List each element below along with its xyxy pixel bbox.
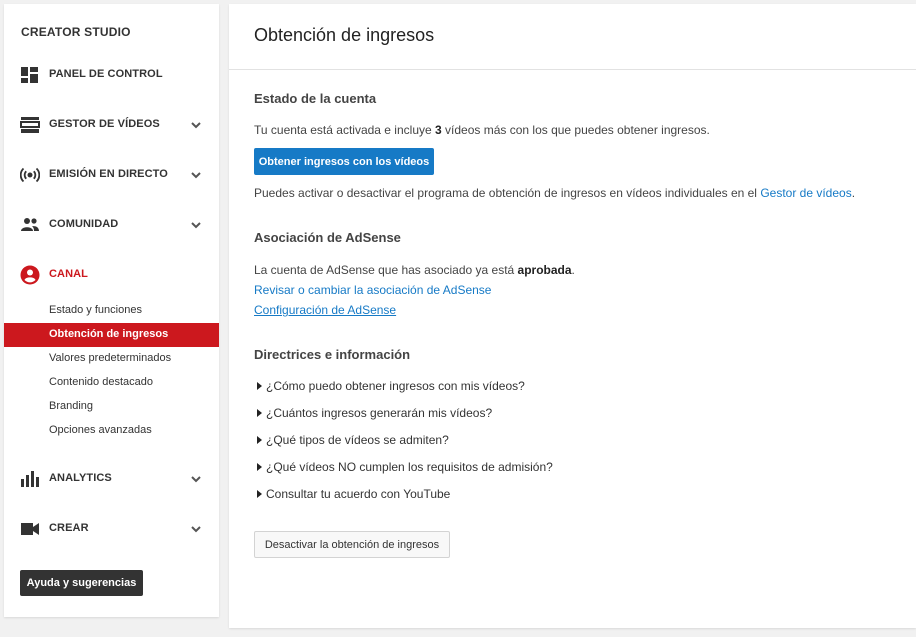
- community-icon: [21, 218, 39, 231]
- adsense-status: aprobada: [517, 263, 572, 277]
- adsense-status-text: La cuenta de AdSense que has asociado ya…: [254, 263, 575, 277]
- subnav-featured-content[interactable]: Contenido destacado: [4, 371, 219, 395]
- nav-label-community: COMUNIDAD: [49, 218, 119, 230]
- nav-item-dashboard[interactable]: PANEL DE CONTROL: [4, 60, 219, 90]
- subnav-label: Opciones avanzadas: [49, 424, 152, 436]
- expand-triangle-icon: [257, 382, 262, 390]
- faq-item[interactable]: Consultar tu acuerdo con YouTube: [254, 487, 450, 501]
- nav-item-community[interactable]: COMUNIDAD: [4, 210, 219, 240]
- chevron-down-icon: [191, 222, 201, 229]
- nav-item-video-manager[interactable]: GESTOR DE VÍDEOS: [4, 110, 219, 140]
- review-adsense-link[interactable]: Revisar o cambiar la asociación de AdSen…: [254, 283, 491, 297]
- nav-item-analytics[interactable]: ANALYTICS: [4, 464, 219, 494]
- account-status-text-before: Tu cuenta está activada e incluye: [254, 123, 435, 137]
- faq-item[interactable]: ¿Qué tipos de vídeos se admiten?: [254, 433, 449, 447]
- create-icon: [21, 523, 39, 535]
- faq-label: Consultar tu acuerdo con YouTube: [266, 487, 451, 501]
- faq-label: ¿Cómo puedo obtener ingresos con mis víd…: [266, 379, 525, 393]
- chevron-down-icon: [191, 172, 201, 179]
- faq-label: ¿Cuántos ingresos generarán mis vídeos?: [266, 406, 493, 420]
- subnav-label: Valores predeterminados: [49, 352, 172, 364]
- video-manager-link[interactable]: Gestor de vídeos: [760, 186, 851, 200]
- account-status-text: Tu cuenta está activada e incluye 3 víde…: [254, 123, 710, 137]
- nav-label-analytics: ANALYTICS: [49, 472, 112, 484]
- subnav-branding[interactable]: Branding: [4, 395, 219, 419]
- account-status-heading: Estado de la cuenta: [254, 91, 377, 106]
- guidelines-heading: Directrices e información: [254, 347, 411, 362]
- chevron-down-icon: [191, 476, 201, 483]
- account-status-note: Puedes activar o desactivar el programa …: [254, 186, 855, 200]
- faq-item[interactable]: ¿Cuántos ingresos generarán mis vídeos?: [254, 406, 492, 420]
- expand-triangle-icon: [257, 436, 262, 444]
- header-divider: [229, 69, 916, 70]
- channel-icon: [20, 265, 40, 285]
- monetize-videos-button[interactable]: Obtener ingresos con los vídeos: [254, 148, 434, 175]
- nav-item-live[interactable]: EMISIÓN EN DIRECTO: [4, 160, 219, 190]
- help-feedback-button[interactable]: Ayuda y sugerencias: [20, 570, 143, 596]
- subnav-label: Estado y funciones: [49, 304, 142, 316]
- account-status-text-after: vídeos más con los que puedes obtener in…: [441, 123, 710, 137]
- page-title: Obtención de ingresos: [254, 25, 435, 45]
- analytics-icon: [21, 471, 39, 487]
- chevron-down-icon: [191, 526, 201, 533]
- subnav-advanced[interactable]: Opciones avanzadas: [4, 419, 219, 443]
- nav-label-video-manager: GESTOR DE VÍDEOS: [49, 118, 160, 130]
- subnav-defaults[interactable]: Valores predeterminados: [4, 347, 219, 371]
- chevron-down-icon: [191, 122, 201, 129]
- nav-label-channel: CANAL: [49, 268, 88, 280]
- eligible-video-count: 3: [435, 123, 442, 137]
- creator-studio-title: CREATOR STUDIO: [21, 25, 131, 39]
- faq-item[interactable]: ¿Qué vídeos NO cumplen los requisitos de…: [254, 460, 553, 474]
- faq-item[interactable]: ¿Cómo puedo obtener ingresos con mis víd…: [254, 379, 525, 393]
- subnav-status-features[interactable]: Estado y funciones: [4, 299, 219, 323]
- expand-triangle-icon: [257, 409, 262, 417]
- account-status-note-before: Puedes activar o desactivar el programa …: [254, 186, 761, 200]
- nav-item-channel[interactable]: CANAL: [4, 260, 219, 290]
- sidebar: CREATOR STUDIO PANEL DE CONTROL GESTOR D…: [4, 4, 219, 617]
- adsense-heading: Asociación de AdSense: [254, 230, 401, 245]
- expand-triangle-icon: [257, 490, 262, 498]
- adsense-text-after: .: [571, 263, 575, 277]
- subnav-label: Obtención de ingresos: [49, 328, 169, 340]
- main-panel: Obtención de ingresos Estado de la cuent…: [229, 4, 916, 628]
- expand-triangle-icon: [257, 463, 262, 471]
- dashboard-icon: [21, 67, 38, 83]
- live-broadcast-icon: [20, 167, 40, 183]
- deactivate-monetization-button[interactable]: Desactivar la obtención de ingresos: [254, 531, 450, 558]
- subnav-label: Branding: [49, 400, 94, 412]
- subnav-label: Contenido destacado: [49, 376, 153, 388]
- adsense-settings-link[interactable]: Configuración de AdSense: [254, 303, 396, 317]
- subnav-monetization[interactable]: Obtención de ingresos: [4, 323, 219, 347]
- nav-item-create[interactable]: CREAR: [4, 514, 219, 544]
- faq-label: ¿Qué vídeos NO cumplen los requisitos de…: [266, 460, 553, 474]
- nav-label-dashboard: PANEL DE CONTROL: [49, 68, 163, 80]
- account-status-note-after: .: [851, 186, 856, 200]
- nav-label-live: EMISIÓN EN DIRECTO: [49, 168, 168, 180]
- video-manager-icon: [20, 117, 40, 133]
- adsense-text-before: La cuenta de AdSense que has asociado ya…: [254, 263, 518, 277]
- nav-label-create: CREAR: [49, 522, 89, 534]
- faq-label: ¿Qué tipos de vídeos se admiten?: [266, 433, 449, 447]
